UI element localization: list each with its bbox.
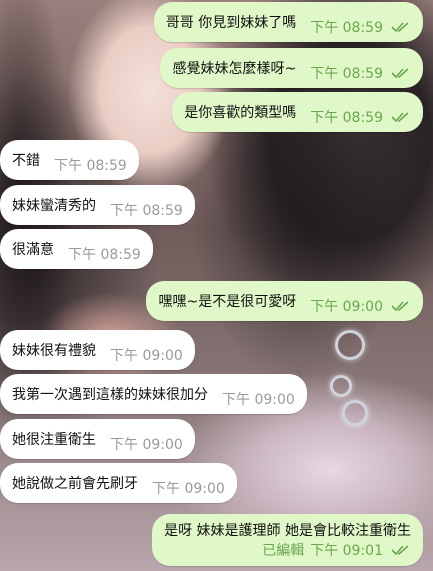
message-meta: 下午 08:59: [54, 155, 127, 175]
message-meta: 下午 08:59: [110, 200, 183, 220]
message-text: 感覺妹妹怎麼樣呀~: [172, 61, 297, 77]
message-time: 下午 08:59: [310, 20, 383, 36]
message-text: 是你喜歡的類型嗎: [184, 105, 297, 121]
message-time: 下午 09:00: [310, 299, 383, 315]
incoming-message[interactable]: 她很注重衛生 下午 09:00: [0, 419, 195, 459]
outgoing-message[interactable]: 感覺妹妹怎麼樣呀~ 下午 08:59: [160, 48, 423, 88]
message-time: 下午 08:59: [54, 158, 127, 174]
message-text: 是呀 妹妹是護理師 她是會比較注重衛生: [164, 523, 411, 539]
incoming-message[interactable]: 她說做之前會先刷牙 下午 09:00: [0, 463, 237, 503]
message-meta: 下午 08:59: [310, 107, 411, 127]
message-meta: 下午 09:00: [152, 478, 225, 498]
message-meta: 下午 08:59: [310, 17, 411, 37]
incoming-message[interactable]: 不錯 下午 08:59: [0, 140, 139, 180]
outgoing-message[interactable]: 是你喜歡的類型嗎 下午 08:59: [172, 92, 423, 132]
message-time: 下午 09:00: [110, 348, 183, 364]
read-double-check-icon: [391, 67, 411, 79]
edited-label: 已編輯: [262, 543, 305, 559]
read-double-check-icon: [391, 544, 411, 556]
message-time: 下午 09:00: [222, 392, 295, 408]
message-meta: 下午 09:00: [222, 389, 295, 409]
message-time: 下午 08:59: [310, 66, 383, 82]
message-meta: 下午 09:00: [110, 345, 183, 365]
message-meta: 下午 08:59: [68, 244, 141, 264]
message-time: 下午 09:00: [110, 437, 183, 453]
read-double-check-icon: [391, 300, 411, 312]
message-text: 很滿意: [12, 242, 54, 258]
message-meta: 下午 08:59: [310, 63, 411, 83]
message-text: 哥哥 你見到妹妹了嗎: [165, 15, 297, 31]
incoming-message[interactable]: 妹妹很有禮貌 下午 09:00: [0, 330, 195, 370]
message-time: 下午 08:59: [68, 247, 141, 263]
incoming-message[interactable]: 我第一次遇到這樣的妹妹很加分 下午 09:00: [0, 374, 307, 414]
message-text: 嘿嘿~是不是很可愛呀: [158, 294, 297, 310]
message-text: 她很注重衛生: [12, 432, 96, 448]
message-text: 妹妹很有禮貌: [12, 343, 96, 359]
outgoing-message[interactable]: 嘿嘿~是不是很可愛呀 下午 09:00: [146, 281, 423, 321]
read-double-check-icon: [391, 111, 411, 123]
message-meta: 已編輯 下午 09:01: [262, 540, 411, 560]
message-time: 下午 08:59: [310, 110, 383, 126]
message-text: 不錯: [12, 153, 40, 169]
message-text: 我第一次遇到這樣的妹妹很加分: [12, 387, 208, 403]
message-text: 妹妹蠻清秀的: [12, 198, 96, 214]
message-text: 她說做之前會先刷牙: [12, 476, 138, 492]
message-meta: 下午 09:00: [310, 296, 411, 316]
message-meta: 下午 09:00: [110, 434, 183, 454]
incoming-message[interactable]: 妹妹蠻清秀的 下午 08:59: [0, 185, 195, 225]
outgoing-message[interactable]: 是呀 妹妹是護理師 她是會比較注重衛生 已編輯 下午 09:01: [152, 514, 423, 566]
read-double-check-icon: [391, 21, 411, 33]
outgoing-message[interactable]: 哥哥 你見到妹妹了嗎 下午 08:59: [153, 2, 423, 42]
message-list[interactable]: 哥哥 你見到妹妹了嗎 下午 08:59 感覺妹妹怎麼樣呀~ 下午 08:59 是…: [0, 0, 433, 571]
incoming-message[interactable]: 很滿意 下午 08:59: [0, 229, 153, 269]
message-time: 下午 08:59: [110, 203, 183, 219]
message-time: 下午 09:01: [310, 543, 383, 559]
message-time: 下午 09:00: [152, 481, 225, 497]
